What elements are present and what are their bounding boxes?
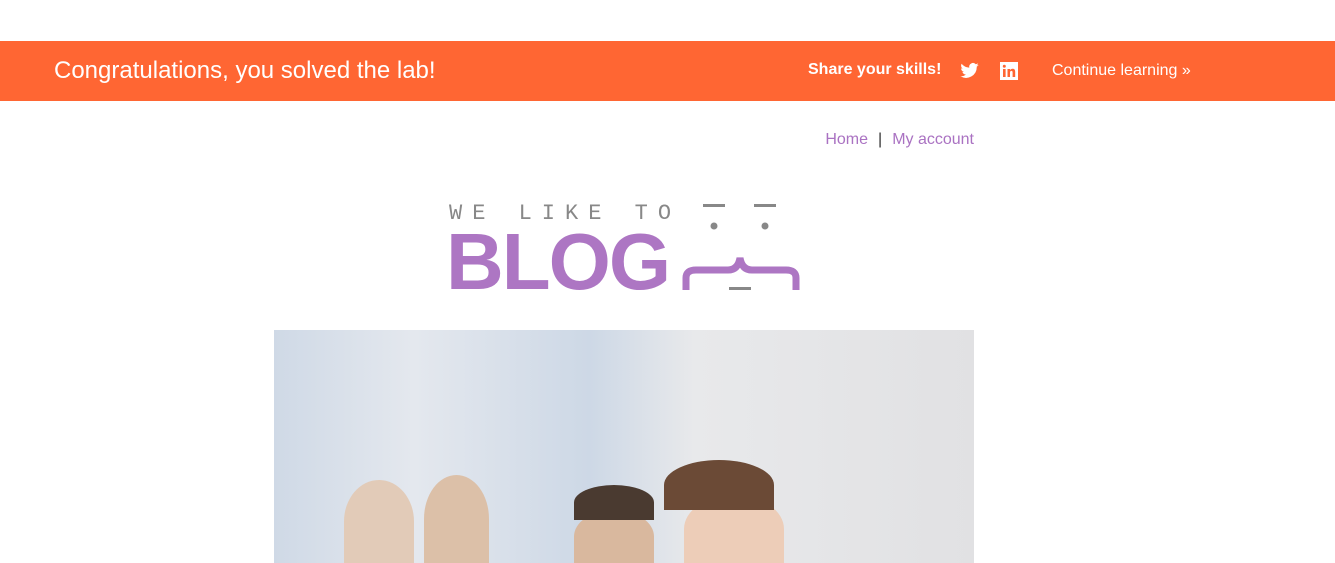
lab-solved-banner: Congratulations, you solved the lab! Sha… xyxy=(0,41,1335,101)
banner-title: Congratulations, you solved the lab! xyxy=(54,57,436,84)
share-label: Share your skills! xyxy=(808,61,942,78)
nav-separator: | xyxy=(878,131,883,148)
logo-wordmark: BLOG xyxy=(446,217,671,306)
nav-home-link[interactable]: Home xyxy=(825,131,868,148)
top-nav: Home | My account xyxy=(825,131,974,149)
twitter-icon[interactable] xyxy=(959,61,980,81)
linkedin-icon[interactable] xyxy=(999,61,1019,81)
hero-hair xyxy=(664,460,774,510)
blog-logo: WE LIKE TO BLOG xyxy=(446,198,806,302)
hero-figure xyxy=(424,475,489,563)
continue-learning-link[interactable]: Continue learning » xyxy=(1052,62,1191,80)
hero-hair xyxy=(574,485,654,520)
blog-post-image xyxy=(274,330,974,563)
nav-my-account-link[interactable]: My account xyxy=(892,131,974,148)
hero-figure xyxy=(344,480,414,563)
logo-face-icon xyxy=(682,204,800,290)
